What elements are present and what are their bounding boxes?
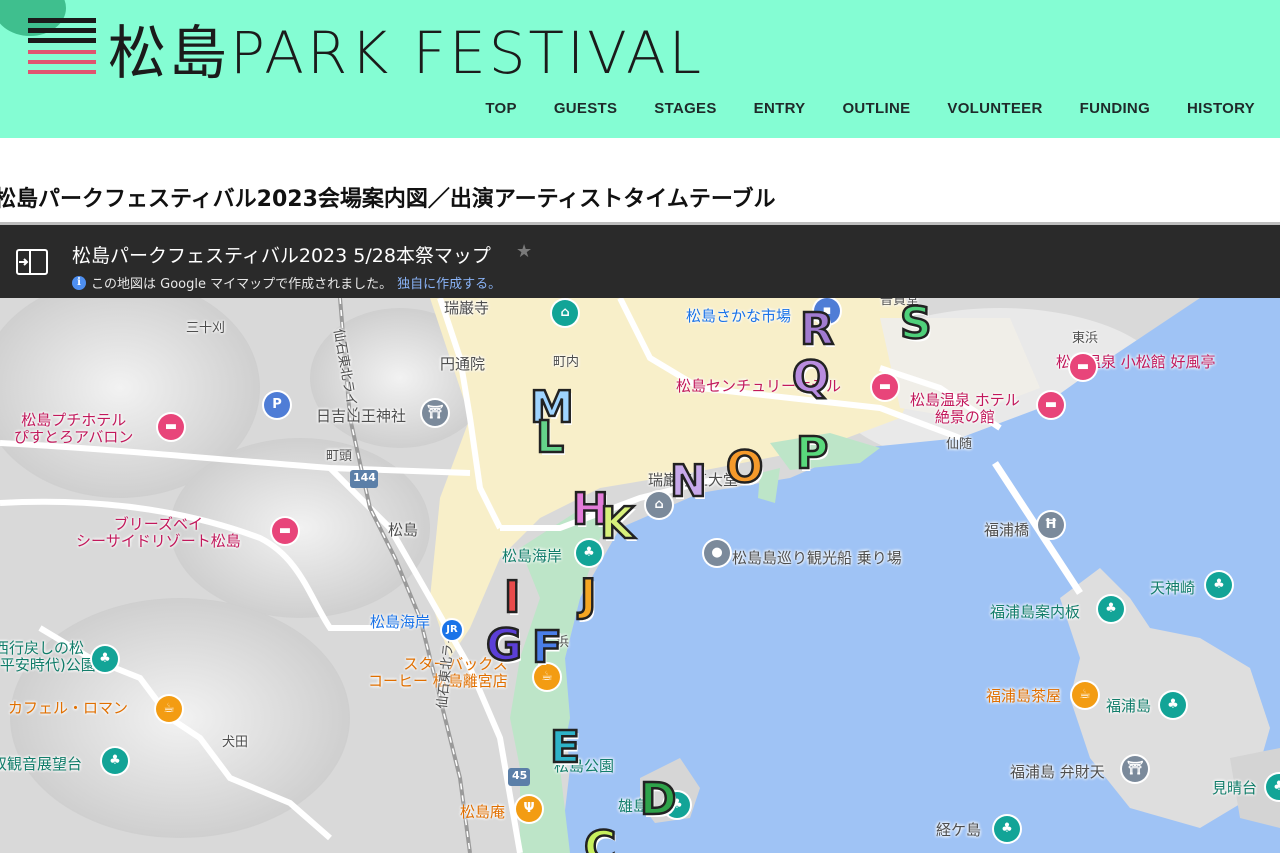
hotel-pin-icon[interactable]: ▬ — [1038, 392, 1064, 418]
place-label: 松島 — [388, 521, 419, 539]
home-pin-icon[interactable]: ⌂ — [646, 492, 672, 518]
place-label[interactable]: 福浦島案内板 — [990, 603, 1080, 621]
stage-marker-g[interactable]: G — [485, 622, 524, 669]
place-label[interactable]: 松島海岸 — [502, 547, 562, 565]
parking-pin-icon[interactable]: P — [264, 392, 290, 418]
park-pin-icon[interactable]: ♣ — [1206, 572, 1232, 598]
route-45-label: 45 — [512, 769, 528, 782]
map-canvas[interactable]: 144 45 瑞巌寺 松島さかな市場 普賢堂 東浜 松島温泉 小松館 好風亭 松… — [0, 298, 1280, 853]
nav-funding[interactable]: FUNDING — [1080, 100, 1150, 117]
map-title: 松島パークフェスティバル2023 5/28本祭マップ — [72, 245, 491, 267]
place-label[interactable]: 西行戻しの松 (平安時代)公園 — [0, 639, 96, 675]
museum-pin-icon[interactable]: ⌂ — [552, 300, 578, 326]
map-header-bar: 松島パークフェスティバル2023 5/28本祭マップ ★ i この地図は Goo… — [0, 222, 1280, 298]
cafe-pin-icon[interactable]: ☕ — [1072, 682, 1098, 708]
main-nav: TOP GUESTS STAGES ENTRY OUTLINE VOLUNTEE… — [485, 100, 1255, 117]
shrine-pin-icon[interactable]: ⛩ — [422, 400, 448, 426]
place-label: 町頭 — [326, 449, 353, 464]
place-label[interactable]: 福浦島 — [1106, 697, 1151, 715]
nav-top[interactable]: TOP — [485, 100, 516, 117]
park-pin-icon[interactable]: ♣ — [576, 540, 602, 566]
site-header: 松島PARK FESTIVAL TOP GUESTS STAGES ENTRY … — [0, 0, 1280, 138]
cafe-pin-icon[interactable]: ☕ — [156, 696, 182, 722]
nav-outline[interactable]: OUTLINE — [842, 100, 910, 117]
bridge-pin-icon[interactable]: Ħ — [1038, 512, 1064, 538]
nav-history[interactable]: HISTORY — [1187, 100, 1255, 117]
route-144-label: 144 — [353, 471, 376, 484]
place-label: 東浜 — [1072, 331, 1099, 346]
shrine-pin-icon[interactable]: ⛩ — [1122, 756, 1148, 782]
stage-marker-d[interactable]: D — [639, 776, 678, 823]
stage-marker-p[interactable]: P — [795, 430, 830, 477]
nav-volunteer[interactable]: VOLUNTEER — [947, 100, 1042, 117]
place-label[interactable]: 福浦島 弁財天 — [1010, 763, 1105, 781]
park-pin-icon[interactable]: ♣ — [102, 748, 128, 774]
park-pin-icon[interactable]: ♣ — [1098, 596, 1124, 622]
place-label[interactable]: 松島プチホテル ぴすとろアバロン — [14, 411, 133, 447]
place-label[interactable]: ブリーズベイ シーサイドリゾート松島 — [76, 515, 241, 551]
place-label[interactable]: 日吉山王神社 — [316, 407, 406, 425]
place-label[interactable]: 双観音展望台 — [0, 755, 82, 773]
place-label[interactable]: 見晴台 — [1212, 779, 1257, 797]
stage-marker-c[interactable]: C — [583, 824, 618, 853]
park-pin-icon[interactable]: ♣ — [994, 816, 1020, 842]
nav-entry[interactable]: ENTRY — [754, 100, 806, 117]
stage-marker-r[interactable]: R — [799, 306, 835, 353]
star-icon[interactable]: ★ — [516, 241, 532, 262]
place-label[interactable]: 瑞巌寺 — [444, 299, 489, 317]
logo-mark-icon[interactable] — [0, 0, 100, 80]
info-icon: i — [72, 275, 86, 290]
hotel-pin-icon[interactable]: ▬ — [1070, 354, 1096, 380]
place-label: 町内 — [553, 355, 580, 370]
hotel-pin-icon[interactable]: ▬ — [872, 374, 898, 400]
park-pin-icon[interactable]: ♣ — [1160, 692, 1186, 718]
nav-stages[interactable]: STAGES — [654, 100, 716, 117]
place-label[interactable]: カフェル・ロマン — [8, 699, 128, 717]
place-label[interactable]: 円通院 — [440, 355, 485, 373]
map-subtitle-text: この地図は Google マイマップで作成されました。 — [91, 277, 393, 292]
page-title: 松島パークフェスティバル2023会場案内図／出演アーティストタイムテーブル — [0, 186, 776, 212]
stage-marker-j[interactable]: J — [579, 572, 598, 619]
location-pin-icon[interactable]: ● — [704, 540, 730, 566]
nav-guests[interactable]: GUESTS — [554, 100, 617, 117]
open-legend-icon[interactable] — [16, 249, 48, 275]
stage-marker-f[interactable]: F — [531, 624, 564, 671]
map-subtitle: i この地図は Google マイマップで作成されました。 独自に作成する。 — [72, 273, 501, 292]
stage-marker-l[interactable]: L — [535, 414, 566, 461]
stage-marker-q[interactable]: Q — [791, 354, 831, 401]
place-label[interactable]: 経ケ島 — [936, 821, 981, 839]
stage-marker-n[interactable]: N — [669, 458, 708, 505]
stage-marker-k[interactable]: K — [599, 500, 636, 547]
place-label[interactable]: 天神崎 — [1150, 579, 1195, 597]
place-label: 仙随 — [946, 437, 973, 452]
stage-marker-o[interactable]: O — [725, 444, 765, 491]
restaurant-pin-icon[interactable]: Ψ — [516, 796, 542, 822]
stage-marker-e[interactable]: E — [549, 724, 582, 771]
place-label[interactable]: 福浦島茶屋 — [986, 687, 1061, 705]
place-label: 三十刈 — [186, 321, 226, 336]
place-label[interactable]: 松島温泉 ホテル 絶景の館 — [910, 391, 1020, 427]
place-label[interactable]: 松島島巡り観光船 乗り場 — [732, 549, 902, 567]
create-own-map-link[interactable]: 独自に作成する。 — [397, 273, 501, 292]
place-label[interactable]: 松島さかな市場 — [686, 307, 791, 325]
stage-marker-s[interactable]: S — [899, 300, 933, 347]
park-pin-icon[interactable]: ♣ — [92, 646, 118, 672]
place-label[interactable]: 福浦橋 — [984, 521, 1029, 539]
train-station-pin-icon[interactable]: JR — [442, 620, 462, 640]
hotel-pin-icon[interactable]: ▬ — [272, 518, 298, 544]
site-logo-title[interactable]: 松島PARK FESTIVAL — [108, 6, 704, 90]
place-label: 犬田 — [222, 735, 249, 750]
place-label[interactable]: 松島海岸 — [370, 613, 430, 631]
hotel-pin-icon[interactable]: ▬ — [158, 414, 184, 440]
place-label[interactable]: 松島庵 — [460, 803, 505, 821]
stage-marker-i[interactable]: I — [503, 574, 522, 621]
